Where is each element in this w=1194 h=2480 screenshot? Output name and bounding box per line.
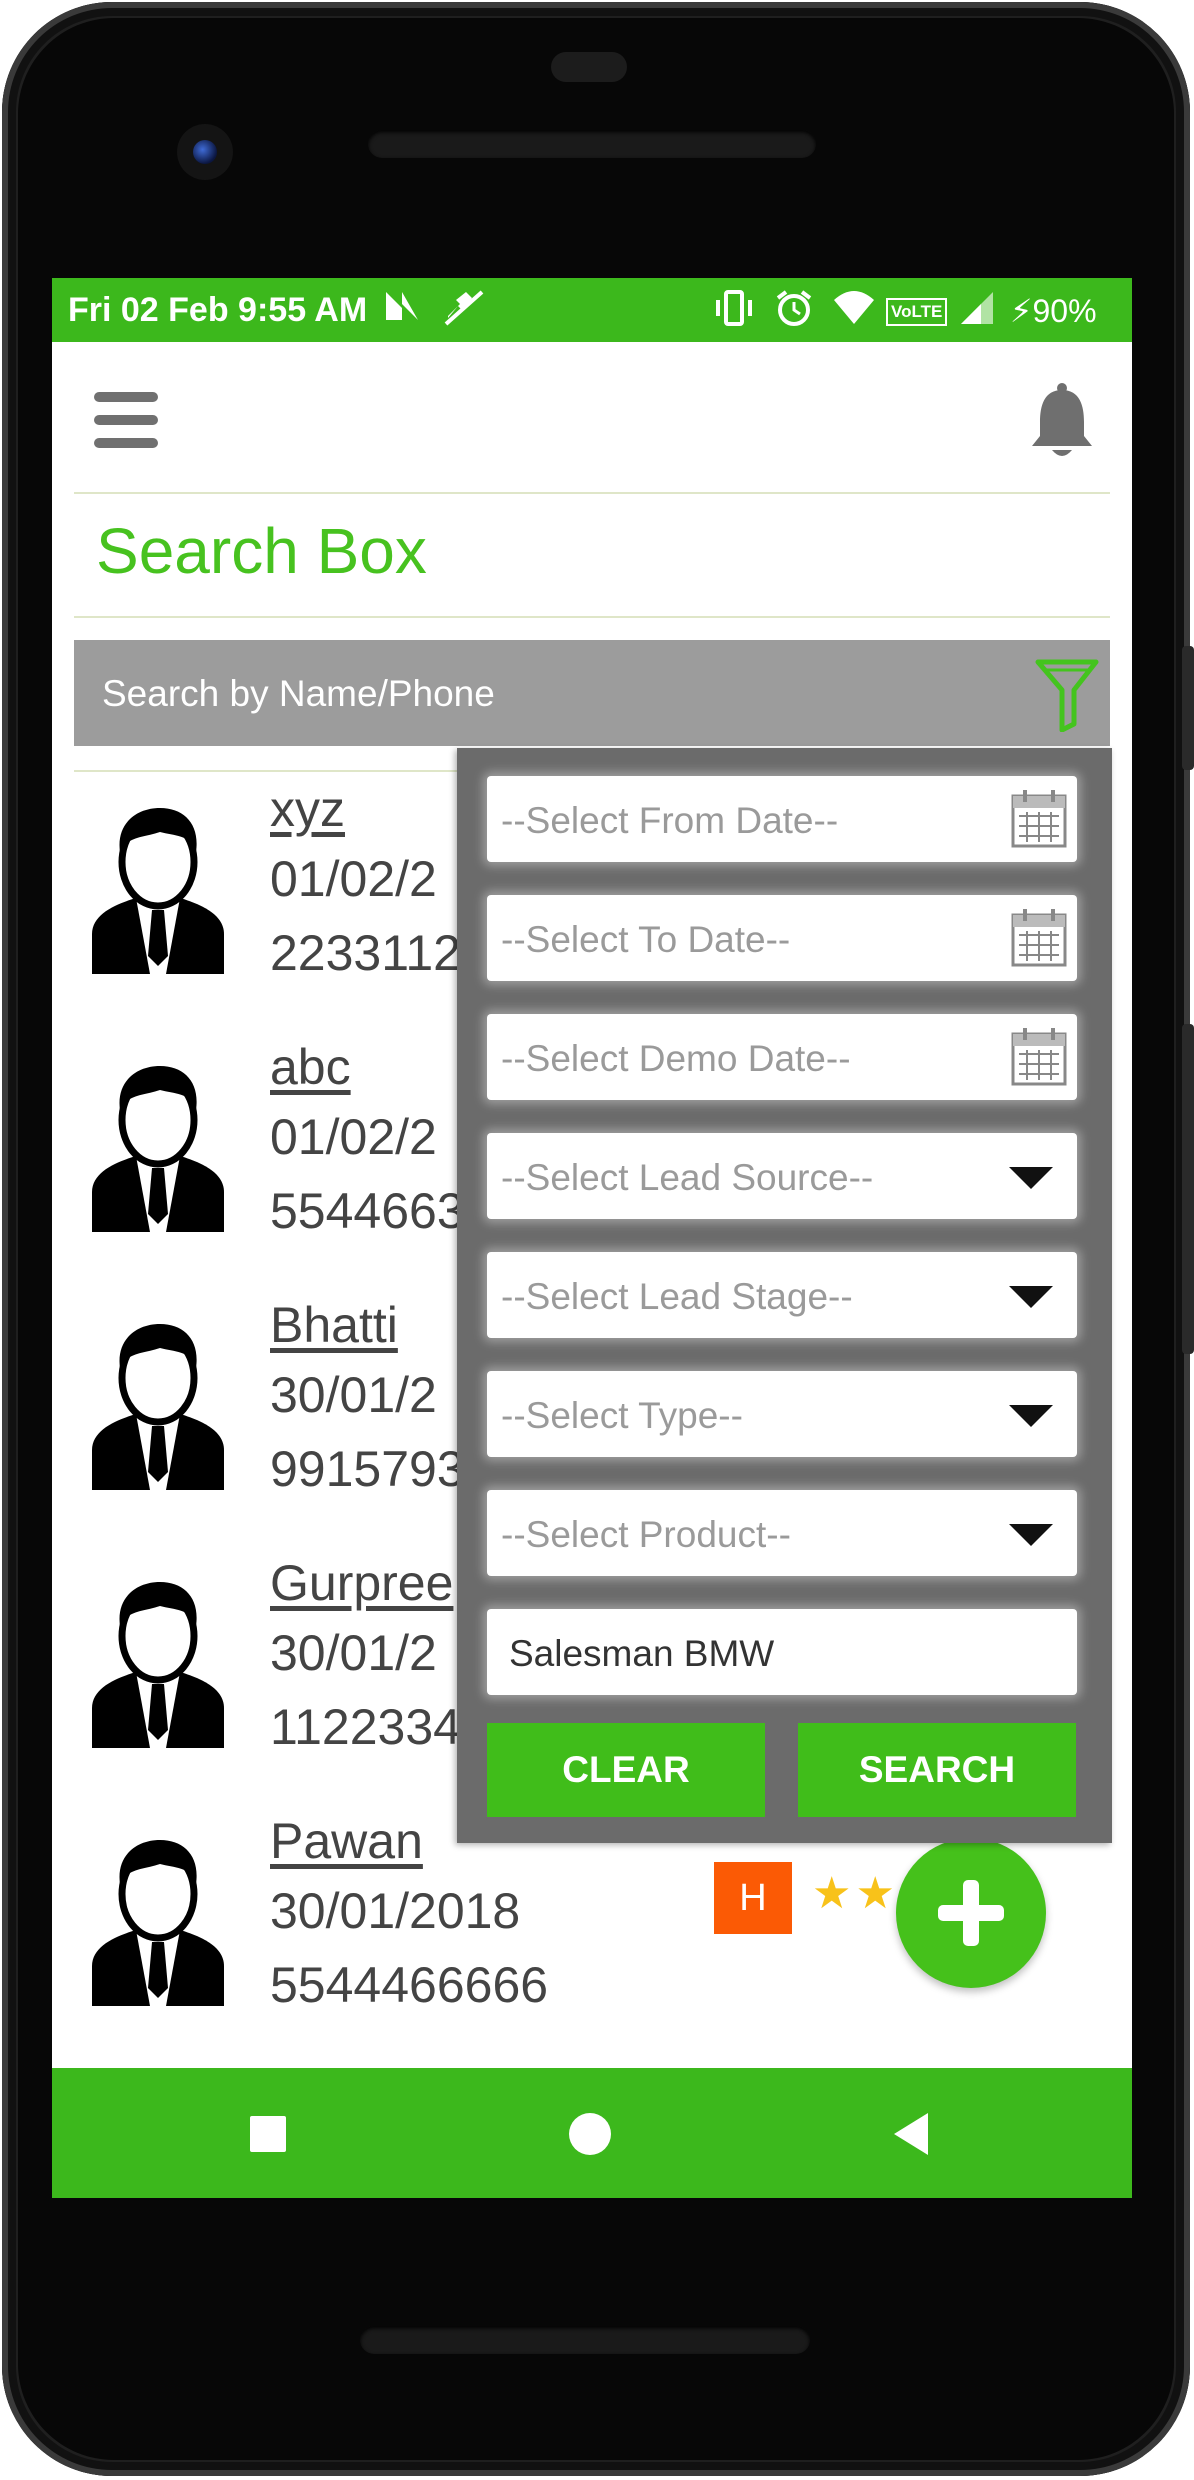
dropdown-arrow-icon xyxy=(1009,1167,1053,1189)
type-placeholder: --Select Type-- xyxy=(501,1395,743,1436)
menu-bar-line xyxy=(94,415,158,425)
add-lead-button[interactable] xyxy=(896,1838,1046,1988)
person-avatar-icon xyxy=(90,1580,226,1748)
divider xyxy=(74,492,1110,494)
status-bar: Fri 02 Feb 9:55 AM VoLTE ⚡90% xyxy=(52,278,1132,342)
product-select[interactable]: --Select Product-- xyxy=(487,1490,1077,1576)
person-avatar-icon xyxy=(90,1064,226,1232)
lead-stage-select[interactable]: --Select Lead Stage-- xyxy=(487,1252,1077,1338)
from-date-field[interactable]: --Select From Date-- xyxy=(487,776,1077,862)
clear-button[interactable]: CLEAR xyxy=(487,1723,765,1817)
dropdown-arrow-icon xyxy=(1009,1286,1053,1308)
lead-date: 01/02/2 xyxy=(270,851,437,907)
bottom-speaker xyxy=(360,2326,810,2354)
lead-date: 30/01/2 xyxy=(270,1367,437,1423)
search-input[interactable]: Search by Name/Phone xyxy=(102,673,495,715)
divider xyxy=(74,616,1110,618)
calendar-icon[interactable] xyxy=(1009,907,1069,969)
lead-name-link[interactable]: Bhatti xyxy=(270,1296,398,1354)
rating-stars: ★★ xyxy=(812,1869,899,1918)
salesman-select[interactable]: Salesman BMW xyxy=(487,1609,1077,1695)
notification-n-icon xyxy=(382,288,422,334)
filter-icon[interactable] xyxy=(1034,656,1100,733)
system-nav-bar xyxy=(52,2068,1132,2198)
menu-button[interactable] xyxy=(94,392,158,448)
person-avatar-icon xyxy=(90,1838,226,2006)
power-button xyxy=(1182,1024,1194,1354)
signal-icon xyxy=(957,288,997,338)
lead-name-link[interactable]: Pawan xyxy=(270,1812,423,1870)
missed-call-icon xyxy=(442,288,486,338)
notification-bell-icon[interactable] xyxy=(1026,382,1098,460)
earpiece-speaker xyxy=(368,130,816,158)
wifi-icon xyxy=(832,288,876,338)
lead-phone: 2233112 xyxy=(270,925,461,981)
to-date-placeholder: --Select To Date-- xyxy=(501,919,791,960)
volume-button xyxy=(1182,646,1194,770)
lead-phone: 1122334 xyxy=(270,1699,461,1755)
lead-source-select[interactable]: --Select Lead Source-- xyxy=(487,1133,1077,1219)
priority-badge: H xyxy=(714,1862,792,1934)
from-date-placeholder: --Select From Date-- xyxy=(501,800,839,841)
search-bar[interactable]: Search by Name/Phone xyxy=(74,640,1110,746)
vibrate-icon xyxy=(712,288,756,338)
screen: Fri 02 Feb 9:55 AM VoLTE ⚡90% Search Box… xyxy=(52,278,1132,2198)
lead-date: 30/01/2 xyxy=(270,1625,437,1681)
lead-name-link[interactable]: xyz xyxy=(270,780,345,838)
front-camera xyxy=(177,124,233,180)
back-button[interactable] xyxy=(894,2113,928,2155)
page-title: Search Box xyxy=(96,515,427,587)
lead-name-link[interactable]: Gurpree xyxy=(270,1554,453,1612)
demo-date-field[interactable]: --Select Demo Date-- xyxy=(487,1014,1077,1100)
status-time: Fri 02 Feb 9:55 AM xyxy=(68,291,368,329)
lead-date: 30/01/2018 xyxy=(270,1883,521,1939)
lead-name-link[interactable]: abc xyxy=(270,1038,351,1096)
dropdown-arrow-icon xyxy=(1009,1405,1053,1427)
lead-phone: 5544466666 xyxy=(270,1957,549,2013)
lead-phone: 5544663 xyxy=(270,1183,465,1239)
menu-bar-line xyxy=(94,438,158,448)
home-button[interactable] xyxy=(569,2113,611,2155)
calendar-icon[interactable] xyxy=(1009,788,1069,850)
lead-source-placeholder: --Select Lead Source-- xyxy=(501,1157,874,1198)
product-placeholder: --Select Product-- xyxy=(501,1514,791,1555)
app-bar xyxy=(52,342,1132,492)
dropdown-arrow-icon xyxy=(1009,1524,1053,1546)
person-avatar-icon xyxy=(90,806,226,974)
lead-date: 01/02/2 xyxy=(270,1109,437,1165)
demo-date-placeholder: --Select Demo Date-- xyxy=(501,1038,851,1079)
to-date-field[interactable]: --Select To Date-- xyxy=(487,895,1077,981)
lead-stage-placeholder: --Select Lead Stage-- xyxy=(501,1276,853,1317)
recents-button[interactable] xyxy=(250,2116,286,2152)
lead-phone: 9915793 xyxy=(270,1441,465,1497)
volte-badge: VoLTE xyxy=(886,298,948,326)
person-avatar-icon xyxy=(90,1322,226,1490)
alarm-icon xyxy=(774,288,814,338)
search-button[interactable]: SEARCH xyxy=(798,1723,1076,1817)
filter-panel: --Select From Date-- --Select To Date-- xyxy=(457,748,1112,1843)
proximity-sensor xyxy=(551,52,627,82)
salesman-value: Salesman BMW xyxy=(509,1633,775,1674)
type-select[interactable]: --Select Type-- xyxy=(487,1371,1077,1457)
calendar-icon[interactable] xyxy=(1009,1026,1069,1088)
menu-bar-line xyxy=(94,392,158,402)
battery-level: ⚡90% xyxy=(1010,293,1097,329)
